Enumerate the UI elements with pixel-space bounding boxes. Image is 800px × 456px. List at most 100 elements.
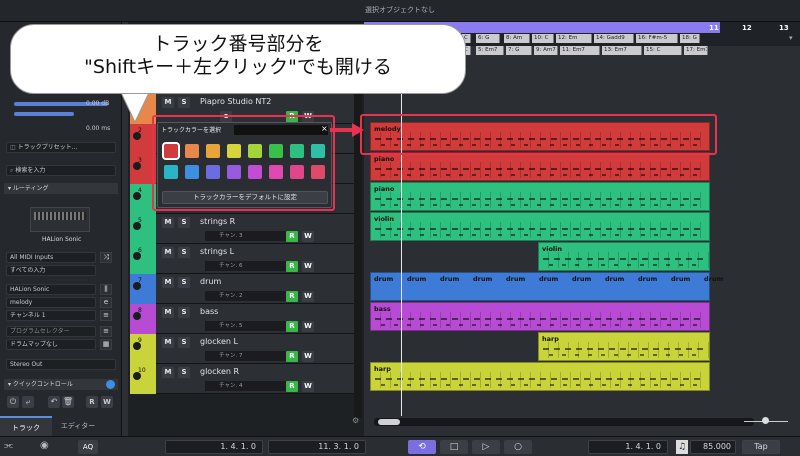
chord-event[interactable]: 17: Em7 <box>684 46 708 55</box>
track-row[interactable]: 9M S glocken L チャン. 7 R W <box>130 334 360 364</box>
auto-quantize-button[interactable]: AQ <box>78 440 98 454</box>
write-button[interactable]: W <box>302 351 314 362</box>
horizontal-scrollbar[interactable] <box>374 418 754 426</box>
program-list-icon[interactable]: ≡ <box>100 326 112 337</box>
solo-button[interactable]: S <box>178 337 190 348</box>
chord-event[interactable]: 8: Am <box>504 34 530 43</box>
mute-button[interactable]: M <box>162 367 174 378</box>
monitor-icon[interactable] <box>133 372 141 380</box>
output-device-select[interactable]: HALion Sonic <box>6 284 96 295</box>
program-selector[interactable]: プログラムセレクター <box>6 326 96 337</box>
track-name[interactable]: drum <box>200 277 221 286</box>
midi-part[interactable]: piano <box>370 152 710 181</box>
channel-select[interactable]: チャン. 3 <box>205 231 291 241</box>
trash-icon[interactable]: 🗑 <box>62 396 74 408</box>
read-button[interactable]: R <box>286 381 298 392</box>
write-button[interactable]: W <box>302 381 314 392</box>
track-name[interactable]: strings L <box>200 247 234 256</box>
solo-button[interactable]: S <box>178 277 190 288</box>
channel-select[interactable]: チャン. 2 <box>205 291 291 301</box>
drum-map-select[interactable]: ドラムマップなし <box>6 339 96 350</box>
monitor-icon[interactable] <box>133 282 141 290</box>
pan-slider[interactable] <box>14 112 74 116</box>
input-channel-select[interactable]: すべての入力 <box>6 265 96 276</box>
monitor-icon[interactable] <box>133 132 141 140</box>
zoom-handle[interactable] <box>762 417 769 424</box>
mute-button[interactable]: M <box>162 277 174 288</box>
mute-button[interactable]: M <box>162 247 174 258</box>
play-icon[interactable]: ▷ <box>472 440 500 454</box>
track-row[interactable]: 6M S strings L チャン. 6 R W <box>130 244 360 274</box>
midi-part[interactable]: bass <box>370 302 710 331</box>
track-row[interactable]: 10 M S glocken R チャン. 4 R W <box>130 364 360 394</box>
read-button[interactable]: R <box>286 261 298 272</box>
chord-event[interactable]: 10: C <box>532 34 554 43</box>
channel-select[interactable]: チャンネル 1 <box>6 310 96 321</box>
solo-button[interactable]: S <box>178 217 190 228</box>
read-button[interactable]: R <box>286 231 298 242</box>
chord-event[interactable]: 11: Em7 <box>560 46 600 55</box>
solo-button[interactable]: S <box>178 247 190 258</box>
power-icon[interactable]: ⏻ <box>7 396 19 408</box>
read-button[interactable]: R <box>286 321 298 332</box>
stop-icon[interactable]: □ <box>440 440 468 454</box>
inspector-search[interactable]: ⌕ 検索を入力 <box>6 165 116 176</box>
mute-button[interactable]: M <box>162 337 174 348</box>
midi-input-select[interactable]: All MIDI Inputs <box>6 252 96 263</box>
cycle-icon[interactable]: ⟲ <box>408 440 436 454</box>
write-button[interactable]: W <box>302 261 314 272</box>
chord-event[interactable]: 16: F#m-5 <box>636 34 678 43</box>
monitor-icon[interactable] <box>133 312 141 320</box>
read-button[interactable]: R <box>286 351 298 362</box>
read-button[interactable]: R <box>286 291 298 302</box>
track-name[interactable]: glocken R <box>200 367 239 376</box>
channel-list-icon[interactable]: ≡ <box>100 310 112 321</box>
instrument-rack-icon[interactable]: ⫼ <box>100 284 112 295</box>
track-row[interactable]: 5M S strings R チャン. 3 R W <box>130 214 360 244</box>
solo-button[interactable]: S <box>178 367 190 378</box>
write-button[interactable]: W <box>302 231 314 242</box>
chord-event[interactable]: 18: G <box>680 34 700 43</box>
track-name[interactable]: Piapro Studio NT2 <box>200 97 271 106</box>
quick-control-status-icon[interactable] <box>106 380 115 389</box>
tempo-track-icon[interactable]: ♫ <box>676 440 688 454</box>
instrument-thumbnail[interactable] <box>30 207 90 232</box>
chevron-down-icon[interactable]: ▾ <box>789 34 793 42</box>
record-icon[interactable]: ○ <box>504 440 532 454</box>
track-name[interactable]: strings R <box>200 217 235 226</box>
midi-part[interactable]: harp <box>370 362 710 391</box>
drum-map-icon[interactable]: ▦ <box>100 339 112 350</box>
quick-controls-header[interactable]: ▾ クイックコントロール <box>4 379 118 390</box>
track-row[interactable]: 7M S drum チャン. 2 R W <box>130 274 360 304</box>
chord-event[interactable]: 14: Gadd9 <box>594 34 634 43</box>
chord-event[interactable]: 9: Am7 <box>534 46 558 55</box>
chord-event[interactable]: 12: Em <box>556 34 592 43</box>
track-name[interactable]: bass <box>200 307 218 316</box>
audio-out-select[interactable]: Stereo Out <box>6 359 116 370</box>
track-preset-field[interactable]: ◫ トラックプリセット... <box>6 142 116 153</box>
write-button[interactable]: W <box>302 291 314 302</box>
write-button[interactable]: W <box>101 396 113 408</box>
midi-part[interactable]: violin <box>538 242 710 271</box>
monitor-icon[interactable] <box>133 252 141 260</box>
monitor-icon[interactable] <box>133 342 141 350</box>
solo-button[interactable]: S <box>178 307 190 318</box>
waveform-icon[interactable]: ⫘ <box>4 440 13 451</box>
track-name[interactable]: glocken L <box>200 337 238 346</box>
shuffle-icon[interactable]: ⤨ <box>100 252 112 263</box>
write-button[interactable]: W <box>302 321 314 332</box>
gear-icon[interactable]: ⚙ <box>352 416 359 425</box>
edit-icon[interactable]: e <box>100 297 112 308</box>
midi-part[interactable]: violin <box>370 212 710 241</box>
position-display[interactable]: 1. 4. 1. 0 <box>588 440 668 454</box>
routing-section-header[interactable]: ▾ ルーティング <box>4 183 118 194</box>
midi-part[interactable]: harp <box>538 332 710 361</box>
mute-button[interactable]: M <box>162 217 174 228</box>
left-locator[interactable]: 1. 4. 1. 0 <box>165 440 263 454</box>
monitor-icon[interactable] <box>133 162 141 170</box>
scrollbar-thumb[interactable] <box>378 419 400 425</box>
chord-event[interactable]: 13: Em7 <box>602 46 642 55</box>
channel-select[interactable]: チャン. 5 <box>205 321 291 331</box>
solo-button[interactable]: S <box>178 97 190 108</box>
midi-part[interactable]: drum drum drum drum drum drum drum drum drum drum… <box>370 272 723 301</box>
